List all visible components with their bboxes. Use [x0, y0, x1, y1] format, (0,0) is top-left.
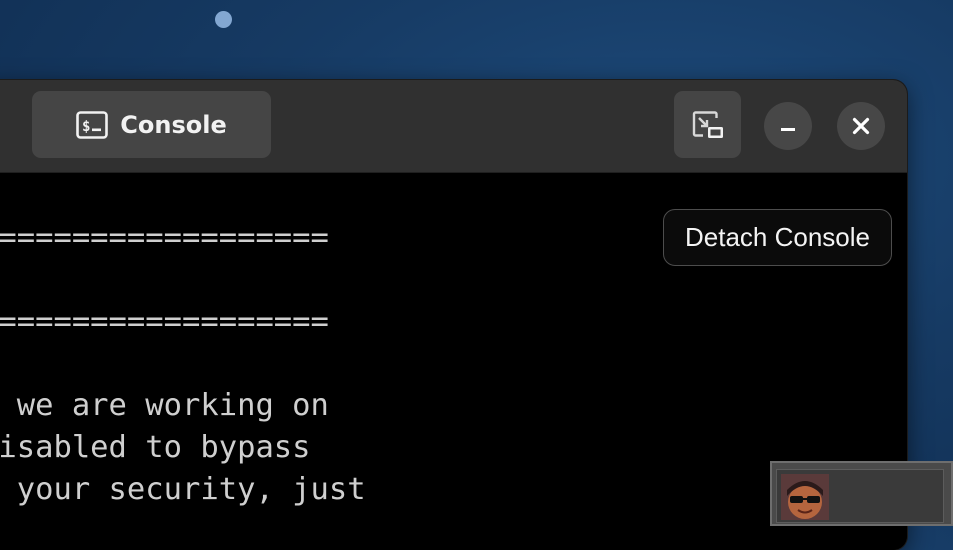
terminal-line: =================== — [0, 220, 329, 255]
terminal-line: disabled to bypass — [0, 430, 311, 465]
window-thumbnail[interactable] — [770, 461, 953, 526]
tab-console[interactable]: $ Console — [32, 91, 271, 158]
avatar-thumbnail — [781, 474, 829, 520]
terminal-icon: $ — [76, 110, 109, 139]
thumbnail-preview — [776, 469, 944, 523]
minimize-button[interactable] — [764, 102, 812, 150]
terminal-line: d we are working on — [0, 388, 329, 423]
terminal-line: =================== — [0, 304, 329, 339]
tab-label: Console — [120, 110, 227, 139]
desktop-wallpaper-dot — [215, 11, 232, 28]
close-button[interactable] — [837, 102, 885, 150]
picture-in-picture-button[interactable] — [674, 91, 741, 158]
headerbar: $ Console — [0, 80, 907, 173]
svg-text:$: $ — [82, 119, 90, 135]
detach-console-button[interactable]: Detach Console — [663, 209, 892, 266]
close-icon — [852, 117, 870, 135]
picture-in-picture-icon — [692, 110, 723, 138]
minimize-icon — [781, 128, 795, 131]
terminal-line: t your security, just — [0, 472, 366, 507]
